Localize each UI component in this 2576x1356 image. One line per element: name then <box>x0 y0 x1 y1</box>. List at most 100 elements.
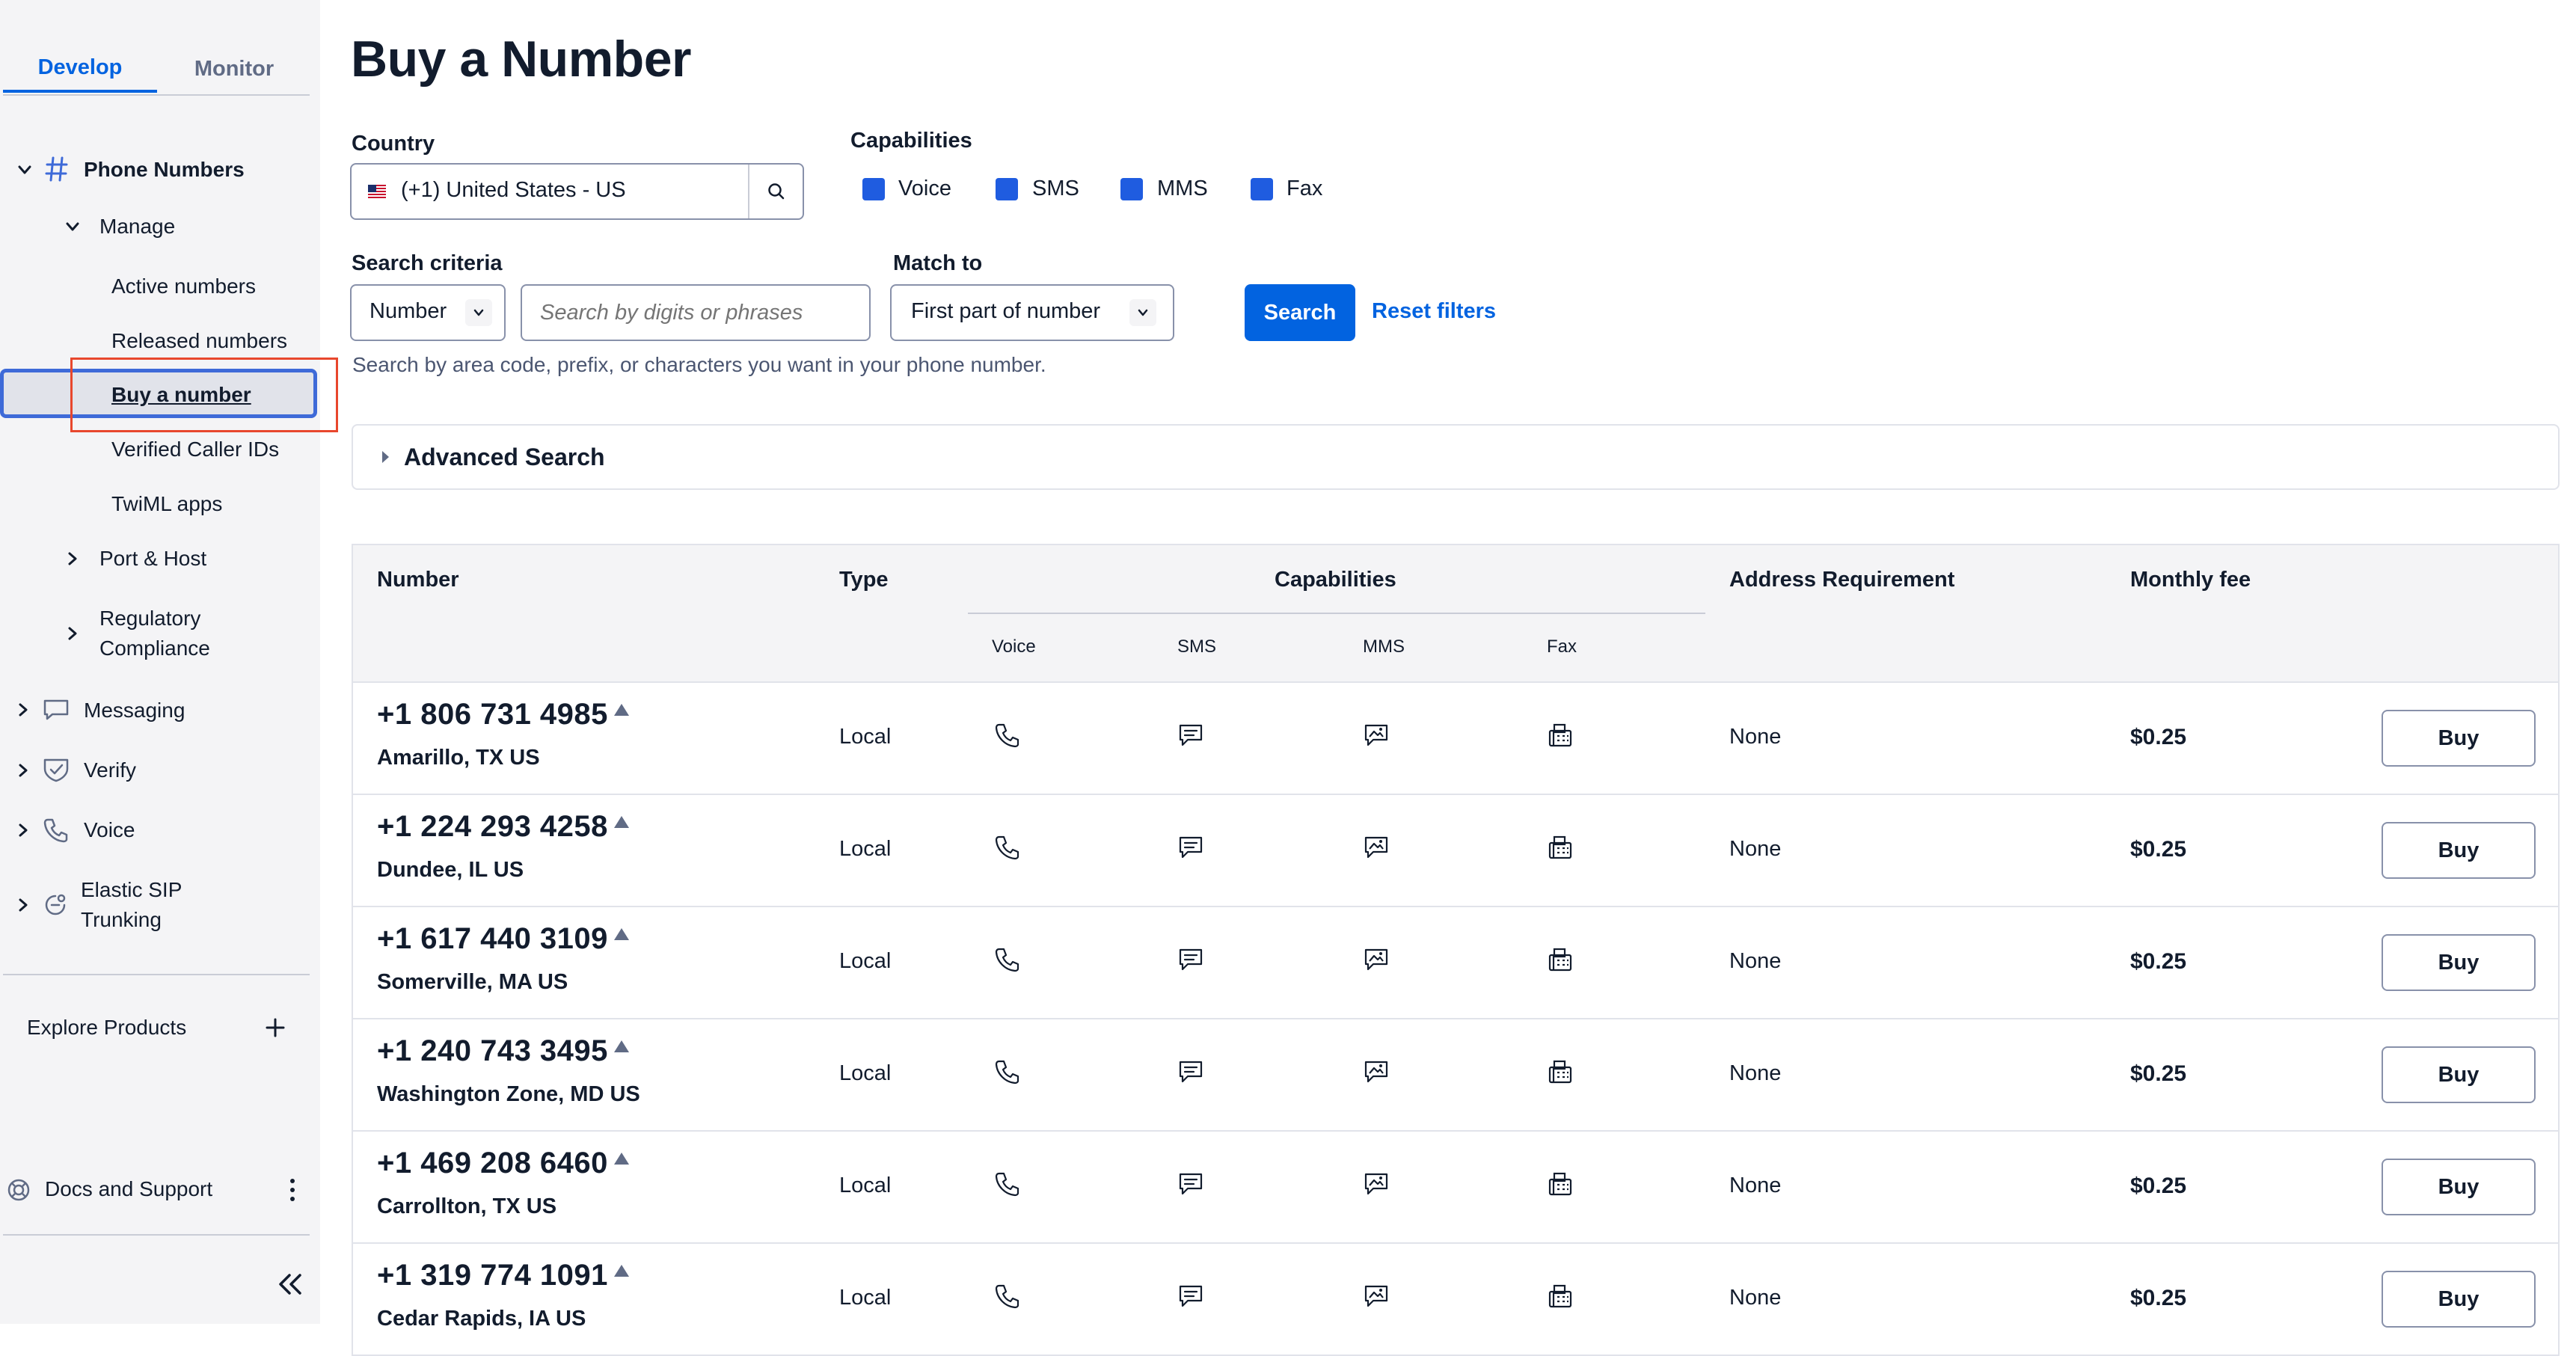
phone-number-text: +1 469 208 6460 <box>377 1147 608 1179</box>
checkbox-fax[interactable] <box>1251 178 1273 200</box>
table-header: Number Type Capabilities Voice SMS MMS F… <box>352 544 2560 683</box>
number-type: Local <box>839 837 892 861</box>
more-vertical-icon[interactable] <box>288 1177 297 1203</box>
plus-icon[interactable] <box>265 1017 286 1038</box>
chevron-down-icon[interactable] <box>64 218 81 235</box>
phone-number: +1 319 774 1091 <box>377 1259 631 1292</box>
sip-trunk-icon <box>42 892 69 918</box>
buy-button[interactable]: Buy <box>2382 710 2536 767</box>
sms-capability-icon <box>1177 1283 1204 1310</box>
chevron-down-icon[interactable] <box>16 162 33 178</box>
phone-number-text: +1 240 743 3495 <box>377 1034 608 1067</box>
buy-button[interactable]: Buy <box>2382 822 2536 879</box>
voice-capability-icon <box>993 834 1020 861</box>
sidebar-item-phone-numbers[interactable]: Phone Numbers <box>84 155 245 185</box>
sms-capability-icon <box>1177 834 1204 861</box>
table-row: +1 319 774 1091 Cedar Rapids, IA US Loca… <box>352 1244 2560 1356</box>
advanced-search-toggle[interactable]: Advanced Search <box>352 424 2560 490</box>
checkbox-sms-label: SMS <box>1032 177 1079 200</box>
chat-icon <box>42 698 70 722</box>
chevron-right-icon[interactable] <box>64 625 81 642</box>
sidebar-item-twiml-apps[interactable]: TwiML apps <box>111 489 222 519</box>
buy-button[interactable]: Buy <box>2382 934 2536 991</box>
table-row: +1 806 731 4985 Amarillo, TX US Local No… <box>352 683 2560 795</box>
buy-button[interactable]: Buy <box>2382 1046 2536 1103</box>
number-type: Local <box>839 1174 892 1197</box>
search-criteria-select[interactable]: Number <box>350 284 506 341</box>
country-select[interactable]: (+1) United States - US <box>350 163 804 220</box>
phone-number-location: Somerville, MA US <box>377 970 568 994</box>
phone-number: +1 240 743 3495 <box>377 1034 631 1068</box>
triangle-up-icon <box>613 814 631 829</box>
mms-capability-icon <box>1363 1283 1390 1310</box>
sidebar-item-elastic-sip-trunking[interactable]: Elastic SIP Trunking <box>81 875 182 935</box>
triangle-right-icon <box>380 448 390 466</box>
sidebar-item-port-host[interactable]: Port & Host <box>99 544 206 574</box>
monthly-fee: $0.25 <box>2130 1061 2187 1086</box>
country-label: Country <box>352 132 435 156</box>
column-header-fax: Fax <box>1547 636 1577 657</box>
checkbox-sms[interactable] <box>996 178 1018 200</box>
chevron-right-icon[interactable] <box>15 762 31 779</box>
monthly-fee: $0.25 <box>2130 837 2187 862</box>
column-header-address: Address Requirement <box>1729 568 1955 592</box>
checkbox-mms[interactable] <box>1120 178 1143 200</box>
sidebar-item-verify[interactable]: Verify <box>84 755 136 785</box>
collapse-sidebar-icon[interactable] <box>275 1271 305 1297</box>
sidebar-divider <box>3 1234 310 1236</box>
field-divider <box>748 165 749 218</box>
fax-capability-icon <box>1547 1058 1574 1085</box>
column-header-capabilities: Capabilities <box>1275 568 1396 592</box>
search-button[interactable]: Search <box>1245 284 1355 341</box>
sidebar-item-manage[interactable]: Manage <box>99 212 175 242</box>
checkbox-voice[interactable] <box>862 178 885 200</box>
monthly-fee: $0.25 <box>2130 725 2187 749</box>
address-requirement: None <box>1729 1286 1782 1310</box>
match-to-label: Match to <box>893 251 983 275</box>
verify-shield-icon <box>42 757 70 782</box>
sidebar-item-released-numbers[interactable]: Released numbers <box>111 326 287 356</box>
sidebar-item-voice[interactable]: Voice <box>84 815 135 845</box>
buy-button[interactable]: Buy <box>2382 1271 2536 1328</box>
chevron-right-icon[interactable] <box>15 822 31 838</box>
reset-filters-link[interactable]: Reset filters <box>1372 299 1496 324</box>
country-select-value: (+1) United States - US <box>401 178 626 202</box>
voice-capability-icon <box>993 722 1020 749</box>
buy-button[interactable]: Buy <box>2382 1159 2536 1215</box>
sidebar-item-label: Regulatory <box>99 607 201 630</box>
sidebar-item-messaging[interactable]: Messaging <box>84 696 185 725</box>
search-input[interactable] <box>521 284 871 341</box>
sidebar-divider <box>3 974 310 975</box>
capabilities-label: Capabilities <box>850 129 972 153</box>
tab-develop[interactable]: Develop <box>3 45 157 93</box>
sidebar-item-verified-caller-ids[interactable]: Verified Caller IDs <box>111 435 279 464</box>
number-type: Local <box>839 1061 892 1085</box>
chevron-right-icon[interactable] <box>15 897 31 913</box>
sidebar-item-regulatory-compliance[interactable]: Regulatory Compliance <box>99 604 210 663</box>
search-help-text: Search by area code, prefix, or characte… <box>352 353 1046 376</box>
chevron-right-icon[interactable] <box>64 550 81 567</box>
explore-products-link[interactable]: Explore Products <box>27 1013 186 1043</box>
address-requirement: None <box>1729 725 1782 749</box>
sidebar-item-active-numbers[interactable]: Active numbers <box>111 271 256 301</box>
address-requirement: None <box>1729 837 1782 861</box>
docs-and-support-link[interactable]: Docs and Support <box>45 1174 212 1204</box>
address-requirement: None <box>1729 1174 1782 1197</box>
address-requirement: None <box>1729 1061 1782 1085</box>
sidebar-item-label: Trunking <box>81 908 162 931</box>
fax-capability-icon <box>1547 722 1574 749</box>
chevron-right-icon[interactable] <box>15 702 31 718</box>
fax-capability-icon <box>1547 1171 1574 1197</box>
monthly-fee: $0.25 <box>2130 1286 2187 1310</box>
tab-monitor[interactable]: Monitor <box>157 45 311 93</box>
match-to-select[interactable]: First part of number <box>890 284 1174 341</box>
monthly-fee: $0.25 <box>2130 949 2187 974</box>
table-row: +1 224 293 4258 Dundee, IL US Local None… <box>352 795 2560 907</box>
phone-number: +1 806 731 4985 <box>377 698 631 731</box>
search-icon[interactable] <box>766 181 787 202</box>
address-requirement: None <box>1729 949 1782 973</box>
hash-icon <box>45 156 69 182</box>
phone-number-text: +1 806 731 4985 <box>377 698 608 731</box>
column-header-sms: SMS <box>1177 636 1217 657</box>
mms-capability-icon <box>1363 1171 1390 1197</box>
